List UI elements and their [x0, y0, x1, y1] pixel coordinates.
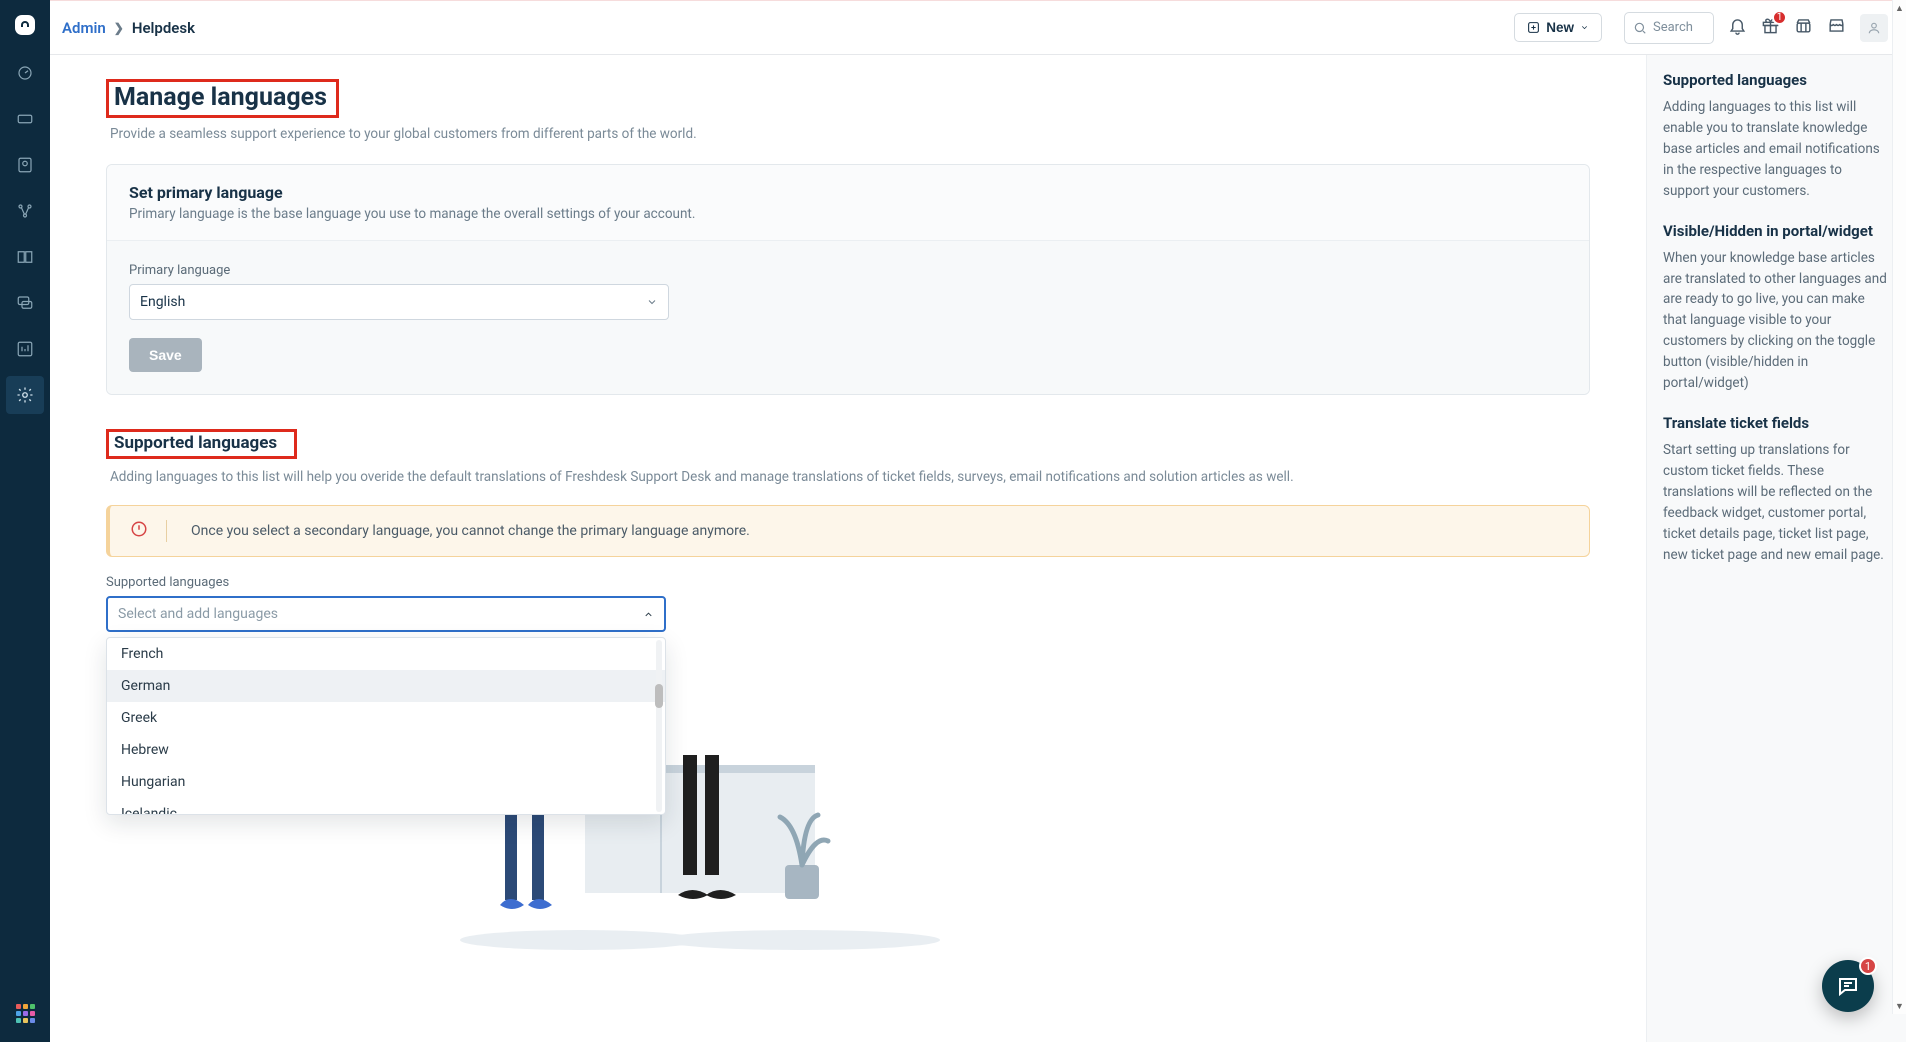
supported-subtitle: Adding languages to this list will help … [110, 469, 1590, 485]
option-greek[interactable]: Greek [107, 702, 665, 734]
marketplace-icon[interactable] [1794, 16, 1813, 39]
apps-launcher-icon[interactable] [16, 1004, 34, 1022]
warning-text: Once you select a secondary language, yo… [191, 523, 750, 539]
save-button[interactable]: Save [129, 338, 202, 372]
supported-languages-label: Supported languages [106, 575, 1590, 590]
help-panel: Supported languages Adding languages to … [1646, 55, 1906, 1042]
warning-icon [130, 520, 167, 542]
help-title-1: Supported languages [1663, 71, 1890, 89]
nav-dashboard[interactable] [0, 50, 50, 96]
nav-contacts[interactable] [0, 142, 50, 188]
new-button[interactable]: New [1514, 13, 1602, 42]
card-title: Set primary language [129, 183, 1567, 202]
supported-languages-input[interactable]: Select and add languages [106, 596, 666, 632]
search-input[interactable]: Search [1624, 12, 1714, 44]
top-icons: 1 [1728, 14, 1888, 42]
notifications-icon[interactable] [1728, 16, 1747, 39]
supported-section: Supported languages Adding languages to … [106, 429, 1590, 632]
primary-language-select[interactable]: English [129, 284, 669, 320]
nav-analytics[interactable] [0, 326, 50, 372]
option-icelandic[interactable]: Icelandic [107, 798, 665, 814]
primary-language-card: Set primary language Primary language is… [106, 164, 1590, 395]
gift-badge: 1 [1772, 10, 1787, 25]
nav-solutions[interactable] [0, 234, 50, 280]
language-dropdown-list: French German Greek Hebrew Hungarian Ice… [107, 638, 665, 814]
topbar: Admin ❯ Helpdesk New Search 1 [50, 1, 1906, 55]
language-dropdown: French German Greek Hebrew Hungarian Ice… [106, 637, 666, 815]
chat-fab[interactable]: 1 [1822, 960, 1874, 1012]
card-body: Primary language English Save [107, 241, 1589, 394]
help-body-1: Adding languages to this list will enabl… [1663, 97, 1890, 202]
supported-title-wrap: Supported languages [106, 429, 297, 459]
dropdown-scrollbar[interactable] [653, 640, 663, 812]
gift-icon[interactable]: 1 [1761, 16, 1780, 39]
body: Manage languages Provide a seamless supp… [50, 55, 1906, 1042]
app-root: Admin ❯ Helpdesk New Search 1 [0, 0, 1906, 1042]
chat-badge: 1 [1859, 957, 1877, 975]
store-icon[interactable] [1827, 16, 1846, 39]
option-hebrew[interactable]: Hebrew [107, 734, 665, 766]
page-title-wrap: Manage languages [106, 79, 339, 118]
nav-social[interactable] [0, 188, 50, 234]
breadcrumb-current: Helpdesk [132, 19, 195, 37]
supported-title: Supported languages [114, 433, 277, 453]
option-french[interactable]: French [107, 638, 665, 670]
chevron-down-icon [646, 296, 658, 308]
new-button-label: New [1546, 20, 1574, 35]
option-german[interactable]: German [107, 670, 665, 702]
brand-logo[interactable] [0, 0, 50, 50]
warning-banner: Once you select a secondary language, yo… [106, 505, 1590, 557]
help-body-3: Start setting up translations for custom… [1663, 440, 1890, 566]
breadcrumb-admin-link[interactable]: Admin [62, 19, 106, 37]
scroll-down-icon[interactable]: ▼ [1893, 998, 1906, 1014]
chevron-right-icon: ❯ [114, 21, 124, 35]
breadcrumb: Admin ❯ Helpdesk [62, 19, 195, 37]
nav-tickets[interactable] [0, 96, 50, 142]
primary-language-label: Primary language [129, 263, 1567, 278]
search-placeholder: Search [1653, 20, 1693, 35]
left-nav [0, 0, 50, 1042]
right-scrollbar[interactable]: ▲ ▼ [1892, 55, 1906, 1014]
supported-languages-field: Supported languages Select and add langu… [106, 575, 1590, 632]
chevron-up-icon [643, 609, 654, 620]
help-title-3: Translate ticket fields [1663, 414, 1890, 432]
supported-languages-placeholder: Select and add languages [118, 606, 278, 622]
nav-admin[interactable] [6, 376, 44, 414]
nav-forums[interactable] [0, 280, 50, 326]
main-area: Admin ❯ Helpdesk New Search 1 [50, 0, 1906, 1042]
help-title-2: Visible/Hidden in portal/widget [1663, 222, 1890, 240]
help-body-2: When your knowledge base articles are tr… [1663, 248, 1890, 394]
avatar[interactable] [1860, 14, 1888, 42]
page-subtitle: Provide a seamless support experience to… [110, 126, 1590, 142]
content: Manage languages Provide a seamless supp… [50, 55, 1646, 1042]
card-header: Set primary language Primary language is… [107, 165, 1589, 241]
primary-language-value: English [140, 294, 185, 310]
card-subtitle: Primary language is the base language yo… [129, 206, 1567, 222]
option-hungarian[interactable]: Hungarian [107, 766, 665, 798]
page-title: Manage languages [106, 79, 339, 118]
